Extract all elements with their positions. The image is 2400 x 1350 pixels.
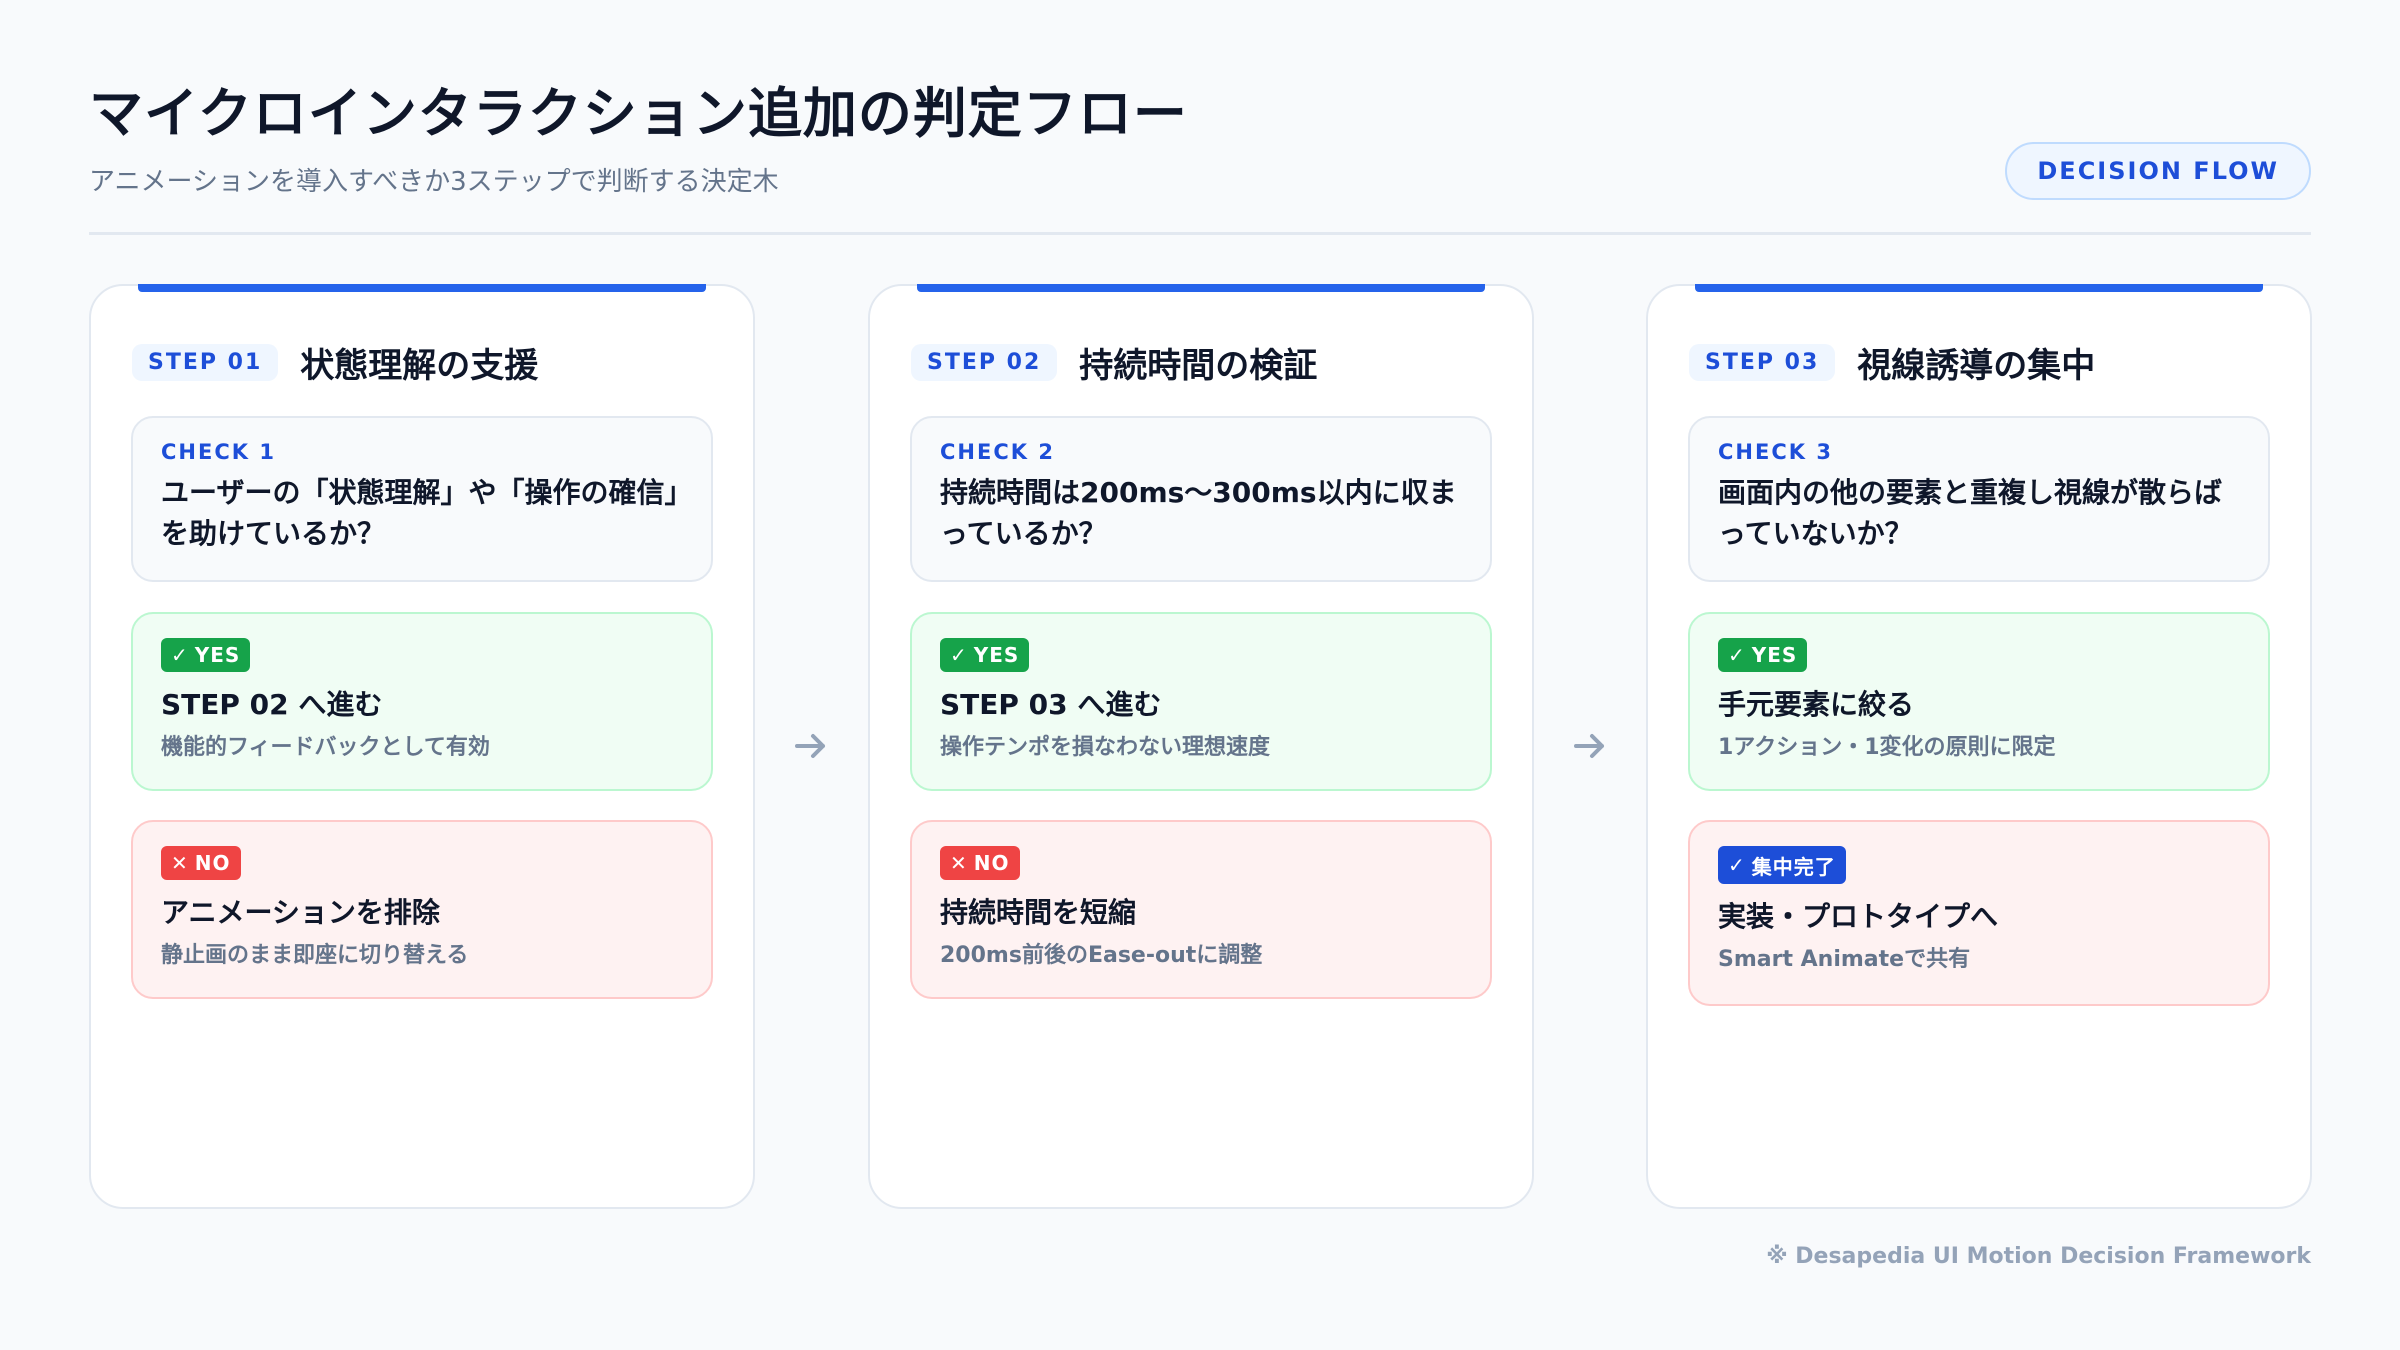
- yes-box: ✓ YES 手元要素に絞る 1アクション・1変化の原則に限定: [1688, 612, 2270, 791]
- yes-tag: ✓ YES: [161, 638, 251, 672]
- card-accent-bar: [917, 284, 1485, 292]
- check-label: CHECK 2: [940, 440, 1055, 464]
- step-title: 状態理解の支援: [300, 346, 539, 386]
- header: マイクロインタラクション追加の判定フロー アニメーションを導入すべきか3ステップ…: [89, 78, 2311, 236]
- no-title: アニメーションを排除: [161, 896, 440, 929]
- cross-icon: ✕: [950, 851, 968, 875]
- no-title: 持続時間を短縮: [940, 896, 1137, 929]
- yes-description: 機能的フィードバックとして有効: [161, 735, 490, 760]
- card-accent-bar: [1695, 284, 2263, 292]
- yes-tag-label: YES: [1751, 643, 1798, 667]
- step-card-2: STEP 02 持続時間の検証 CHECK 2 持続時間は200ms〜300ms…: [868, 284, 1534, 1209]
- cross-icon: ✕: [171, 851, 189, 875]
- page-subtitle: アニメーションを導入すべきか3ステップで判断する決定木: [89, 167, 779, 197]
- no-description: 200ms前後のEase-outに調整: [940, 943, 1263, 968]
- yes-box: ✓ YES STEP 02 へ進む 機能的フィードバックとして有効: [131, 612, 713, 791]
- footer-credit: ※ Desapedia UI Motion Decision Framework: [1766, 1244, 2311, 1269]
- yes-description: 1アクション・1変化の原則に限定: [1718, 735, 2056, 760]
- step-card-3: STEP 03 視線誘導の集中 CHECK 3 画面内の他の要素と重複し視線が散…: [1646, 284, 2312, 1209]
- no-tag-label: NO: [194, 851, 231, 875]
- yes-title: STEP 02 へ進む: [161, 688, 383, 721]
- done-tag-label: 集中完了: [1751, 854, 1836, 879]
- done-title: 実装・プロトタイプへ: [1718, 900, 1999, 933]
- step-header: STEP 01 状態理解の支援: [132, 338, 538, 387]
- check-box: CHECK 2 持続時間は200ms〜300ms以内に収まっているか？: [910, 416, 1492, 582]
- check-box: CHECK 1 ユーザーの「状態理解」や「操作の確信」を助けているか？: [131, 416, 713, 582]
- yes-tag: ✓ YES: [1718, 638, 1808, 672]
- no-box: ✕ NO アニメーションを排除 静止画のまま即座に切り替える: [131, 820, 713, 999]
- check-question: 持続時間は200ms〜300ms以内に収まっているか？: [940, 476, 1457, 550]
- step-header: STEP 03 視線誘導の集中: [1689, 338, 2095, 387]
- yes-title: 手元要素に絞る: [1718, 688, 1915, 721]
- no-tag: ✕ NO: [940, 846, 1020, 880]
- check-mark-icon: ✓: [171, 643, 189, 667]
- check-box: CHECK 3 画面内の他の要素と重複し視線が散らばっていないか？: [1688, 416, 2270, 582]
- arrow-right-icon: [1574, 734, 1604, 758]
- yes-tag-label: YES: [194, 643, 241, 667]
- no-tag: ✕ NO: [161, 846, 241, 880]
- done-box: ✓ 集中完了 実装・プロトタイプへ Smart Animateで共有: [1688, 820, 2270, 1006]
- arrow-right-icon: [795, 734, 825, 758]
- decision-flow-badge: DECISION FLOW: [2005, 142, 2311, 200]
- step-title: 視線誘導の集中: [1857, 346, 2096, 386]
- yes-description: 操作テンポを損なわない理想速度: [940, 735, 1271, 760]
- yes-tag: ✓ YES: [940, 638, 1030, 672]
- check-mark-icon: ✓: [1728, 643, 1746, 667]
- check-mark-icon: ✓: [1728, 853, 1746, 877]
- check-label: CHECK 3: [1718, 440, 1833, 464]
- no-description: 静止画のまま即座に切り替える: [161, 943, 469, 968]
- page-title: マイクロインタラクション追加の判定フロー: [89, 82, 1188, 145]
- check-mark-icon: ✓: [950, 643, 968, 667]
- step-label: STEP 01: [132, 344, 279, 381]
- step-title: 持続時間の検証: [1079, 346, 1318, 386]
- yes-title: STEP 03 へ進む: [940, 688, 1162, 721]
- check-label: CHECK 1: [161, 440, 276, 464]
- header-divider: [89, 232, 2311, 235]
- no-box: ✕ NO 持続時間を短縮 200ms前後のEase-outに調整: [910, 820, 1492, 999]
- step-label: STEP 03: [1689, 344, 1836, 381]
- check-question: 画面内の他の要素と重複し視線が散らばっていないか？: [1718, 476, 2223, 550]
- check-question: ユーザーの「状態理解」や「操作の確信」を助けているか？: [161, 476, 679, 550]
- no-tag-label: NO: [973, 851, 1010, 875]
- step-card-1: STEP 01 状態理解の支援 CHECK 1 ユーザーの「状態理解」や「操作の…: [89, 284, 755, 1209]
- yes-tag-label: YES: [973, 643, 1020, 667]
- done-description: Smart Animateで共有: [1718, 947, 1971, 972]
- done-tag: ✓ 集中完了: [1718, 846, 1846, 884]
- step-header: STEP 02 持続時間の検証: [911, 338, 1317, 387]
- card-accent-bar: [138, 284, 706, 292]
- step-label: STEP 02: [911, 344, 1058, 381]
- yes-box: ✓ YES STEP 03 へ進む 操作テンポを損なわない理想速度: [910, 612, 1492, 791]
